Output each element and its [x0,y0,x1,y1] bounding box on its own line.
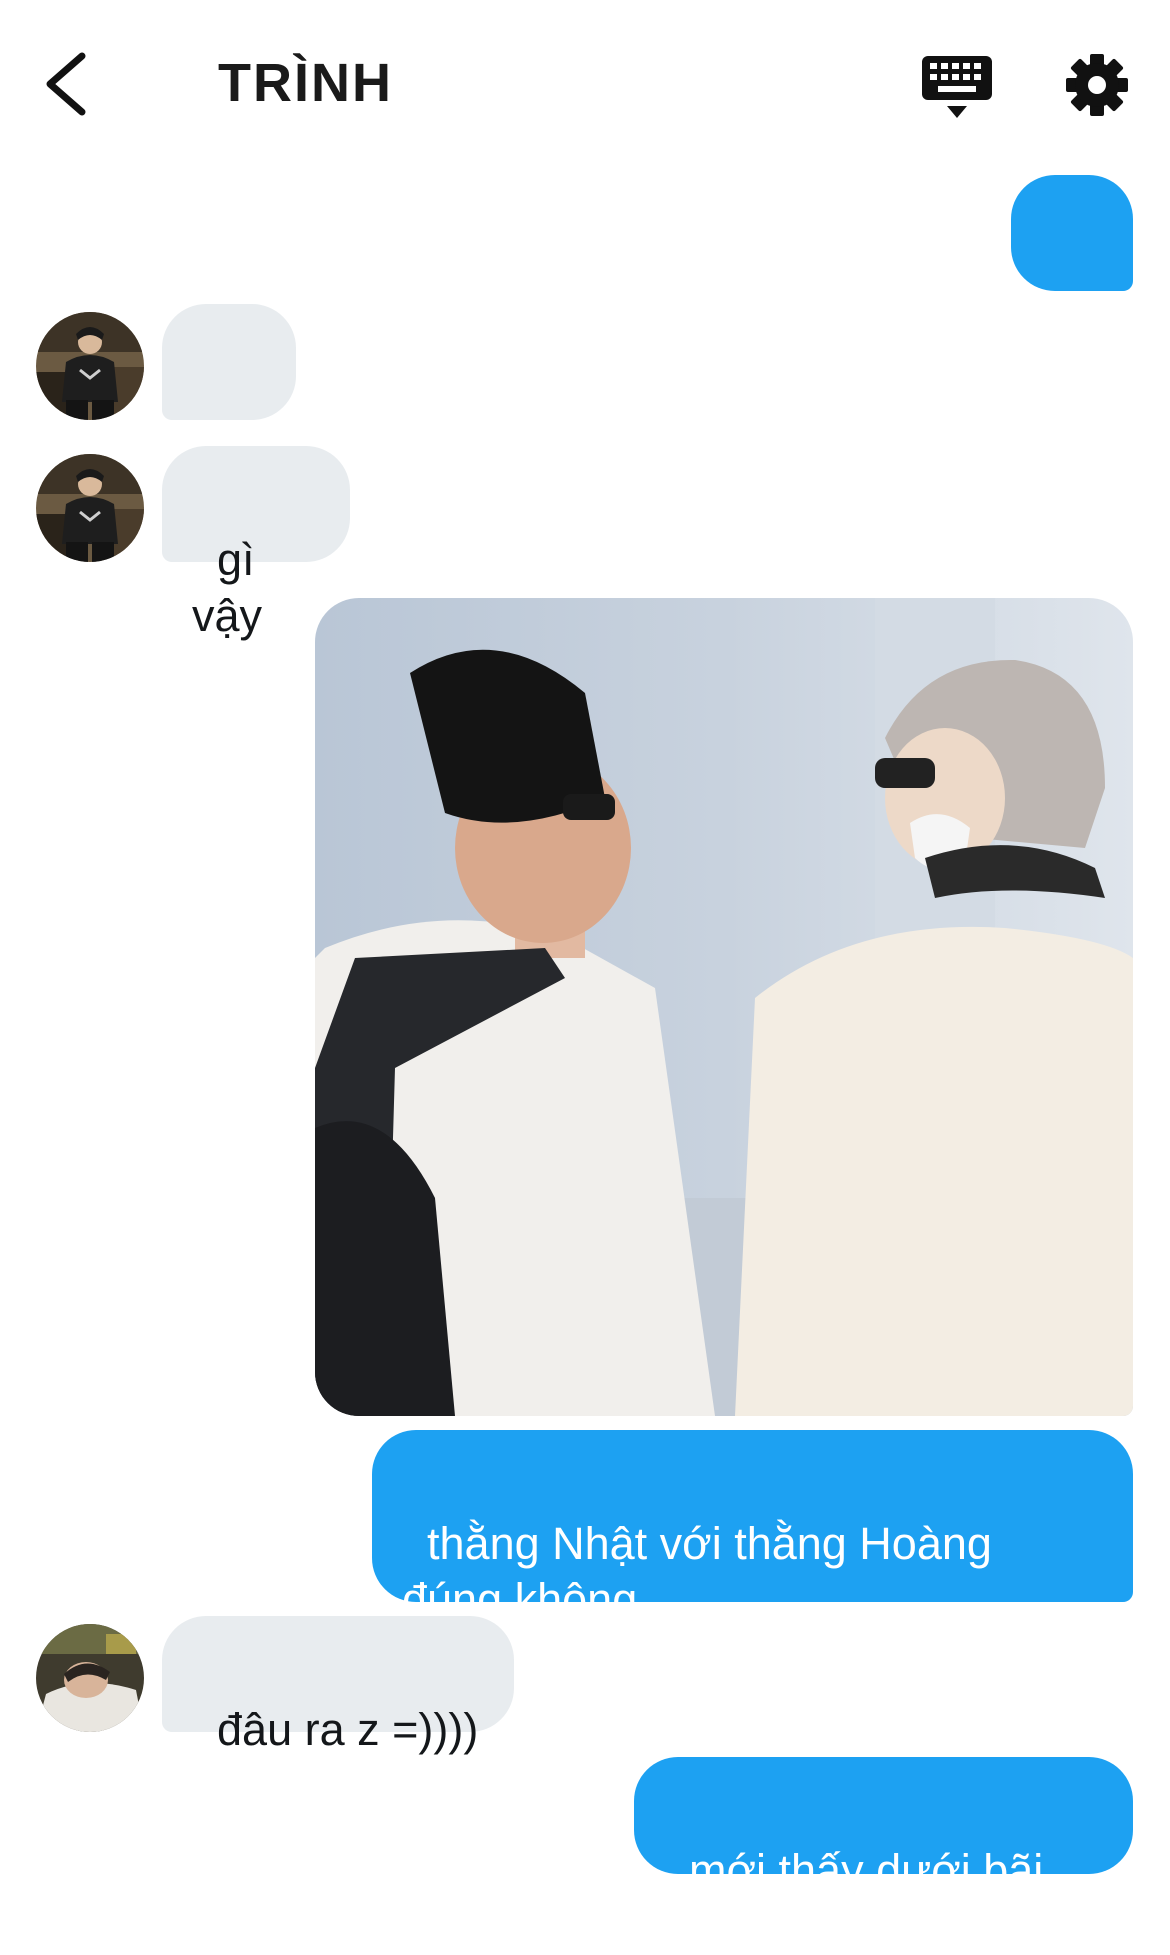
avatar[interactable] [36,1624,144,1732]
outgoing-photo-message[interactable] [315,598,1133,1416]
gear-icon [1066,54,1128,116]
settings-button[interactable] [1064,52,1130,118]
contact-photo [36,454,144,562]
outgoing-message[interactable]: mới thấy dưới bãi xe [634,1757,1133,1952]
outgoing-message[interactable]: vcl [1011,175,1133,370]
incoming-message[interactable]: ??? [162,304,296,499]
message-text: thằng Nhật với thằng Hoàng đúng không [402,1518,992,1625]
message-text: mới thấy dưới bãi xe [664,1845,1056,1952]
keyboard-button[interactable] [920,52,994,122]
message-text: đâu ra z =)))) [217,1704,479,1755]
message-text: vcl [1039,319,1094,370]
back-button[interactable] [38,50,98,118]
contact-photo [36,312,144,420]
contact-photo [36,1624,144,1732]
message-text: gì vậy [192,534,268,641]
outgoing-message[interactable]: thằng Nhật với thằng Hoàng đúng không [372,1430,1133,1625]
avatar[interactable] [36,312,144,420]
shared-photo [315,598,1133,1416]
incoming-message[interactable]: gì vậy [162,446,350,641]
avatar[interactable] [36,454,144,562]
keyboard-icon [922,56,992,118]
chat-title: TRÌNH [218,53,393,113]
chevron-left-icon [46,52,86,116]
chat-header: TRÌNH [0,0,1170,170]
incoming-message[interactable]: đâu ra z =)))) [162,1616,514,1755]
